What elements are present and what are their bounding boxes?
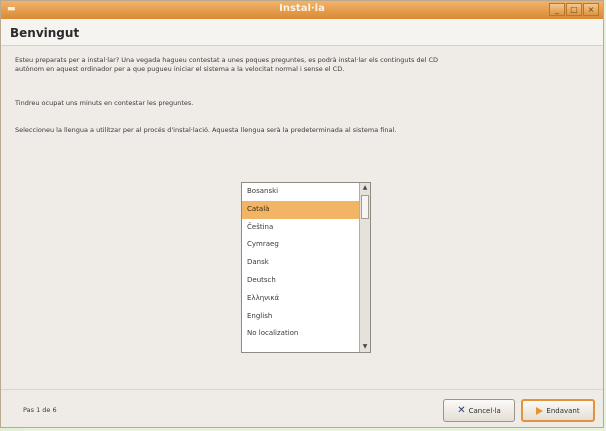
language-item[interactable]: Bosanski — [242, 183, 359, 201]
window-title: Instal·la — [279, 3, 325, 14]
step-indicator: Pas 1 de 6 — [23, 406, 57, 414]
installer-window: ▬ Instal·la _ □ × Benvingut Esteu prepar… — [0, 0, 604, 428]
intro-paragraph: Esteu preparats per a instal·lar? Una ve… — [15, 56, 439, 73]
language-item[interactable]: Dansk — [242, 254, 359, 272]
window-controls: _ □ × — [549, 3, 599, 16]
language-item[interactable]: Cymraeg — [242, 236, 359, 254]
scroll-up-icon[interactable]: ▲ — [360, 183, 370, 193]
language-item[interactable]: English — [242, 308, 359, 326]
cancel-button[interactable]: ✕ Cancel·la — [443, 399, 515, 422]
scroll-thumb[interactable] — [361, 195, 369, 219]
forward-button-label: Endavant — [546, 406, 580, 415]
scroll-down-icon[interactable]: ▼ — [360, 342, 370, 352]
language-instruction: Seleccioneu la llengua a utilitzar per a… — [15, 126, 397, 134]
language-list-items: Bosanski Català Čeština Cymraeg Dansk De… — [242, 183, 359, 343]
forward-arrow-icon — [536, 406, 544, 415]
language-item[interactable]: Čeština — [242, 219, 359, 237]
window-titlebar[interactable]: ▬ Instal·la _ □ × — [1, 1, 603, 20]
time-paragraph: Tindreu ocupat uns minuts en contestar l… — [15, 99, 194, 107]
maximize-icon[interactable]: □ — [566, 3, 582, 16]
language-item[interactable]: Deutsch — [242, 272, 359, 290]
language-item[interactable]: Ελληνικά — [242, 290, 359, 308]
language-list-scrollbar[interactable]: ▲ ▼ — [359, 183, 370, 352]
close-icon: ✕ — [457, 404, 466, 416]
language-item[interactable]: No localization — [242, 325, 359, 343]
forward-button[interactable]: Endavant — [521, 399, 595, 422]
page-title: Benvingut — [10, 26, 80, 40]
page-header: Benvingut — [1, 19, 603, 46]
language-item-selected[interactable]: Català — [242, 200, 359, 219]
minimize-icon[interactable]: _ — [549, 3, 565, 16]
close-window-icon[interactable]: × — [583, 3, 599, 16]
footer-divider — [1, 389, 603, 390]
language-list[interactable]: Bosanski Català Čeština Cymraeg Dansk De… — [241, 182, 371, 353]
cancel-button-label: Cancel·la — [468, 406, 501, 415]
